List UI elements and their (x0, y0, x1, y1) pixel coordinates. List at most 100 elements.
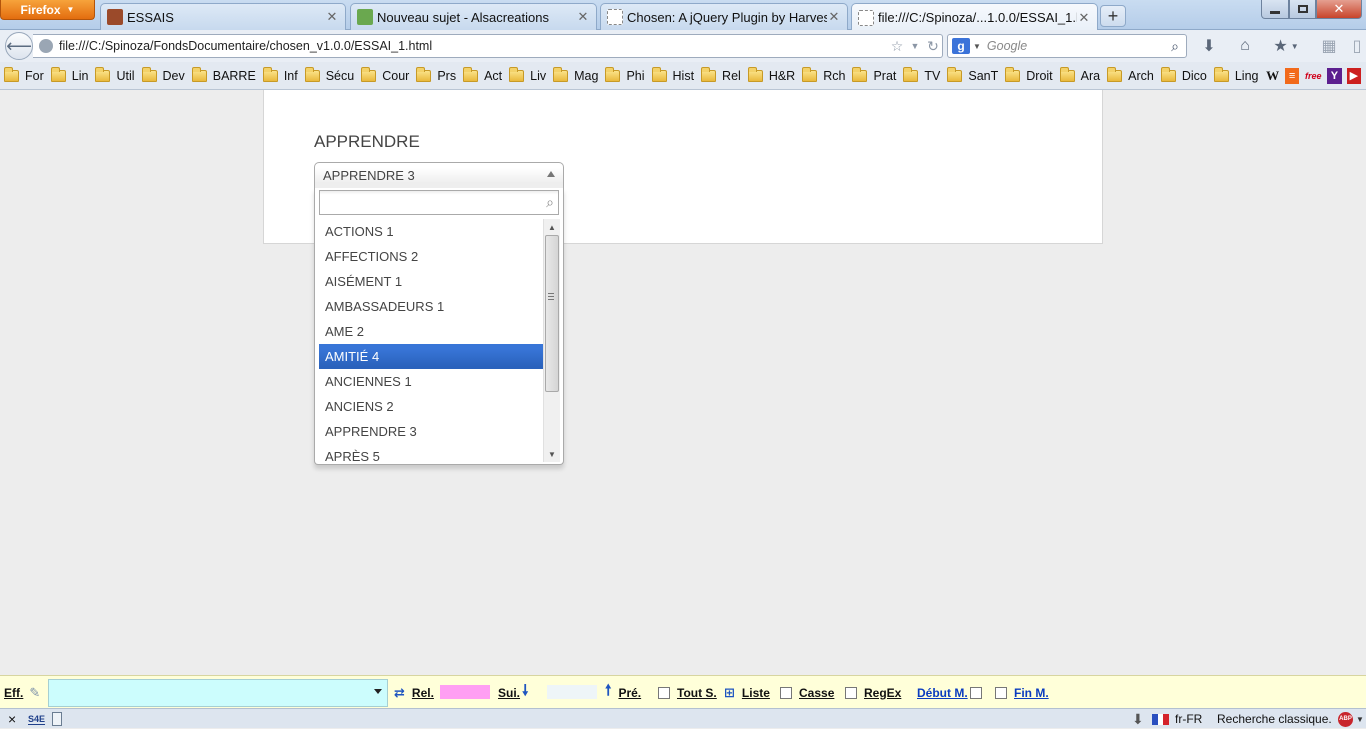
new-tab-button[interactable]: + (1100, 5, 1126, 27)
google-engine-icon[interactable]: g (952, 38, 970, 54)
tab-chosen[interactable]: Chosen: A jQuery Plugin by Harvest t... … (600, 3, 848, 30)
close-tab-icon[interactable]: ✕ (325, 9, 339, 25)
firefox-menu-button[interactable]: Firefox ▼ (0, 0, 95, 20)
bookmark-folder-sant[interactable]: SanT (947, 66, 999, 83)
checkbox[interactable] (658, 686, 670, 699)
chevron-down-icon[interactable]: ▼ (973, 42, 981, 51)
bookmark-folder-hist[interactable]: Hist (651, 66, 694, 83)
bookmark-folder-mag[interactable]: Mag (553, 66, 598, 83)
bookmark-folder-prat[interactable]: Prat (852, 66, 896, 83)
orange-icon[interactable]: ≡ (1284, 67, 1300, 84)
scroll-down-icon[interactable]: ▼ (544, 446, 560, 462)
result-option[interactable]: AISÉMENT 1 (319, 269, 543, 294)
grid-icon[interactable]: ▦ (1318, 36, 1340, 56)
back-button[interactable]: ⟵ (5, 32, 33, 60)
home-icon[interactable]: ⌂ (1234, 36, 1256, 56)
scroll-up-icon[interactable]: ▲ (544, 219, 560, 235)
addon-status-icon[interactable] (52, 709, 62, 729)
chevron-down-icon[interactable] (374, 689, 382, 694)
result-option[interactable]: ANCIENS 2 (319, 394, 543, 419)
word-start-checkbox[interactable]: Début M. (917, 676, 989, 709)
result-option[interactable]: ANCIENNES 1 (319, 369, 543, 394)
checkbox[interactable] (845, 686, 857, 699)
clear-button[interactable]: Eff. ✎ (4, 676, 40, 709)
search-input[interactable]: Google (987, 39, 1164, 53)
result-option[interactable]: ACTIONS 1 (319, 219, 543, 244)
tab-alsacreations[interactable]: Nouveau sujet - Alsacreations ✕ (350, 3, 597, 30)
youtube-icon[interactable]: ▶ (1346, 67, 1362, 84)
find-input[interactable] (48, 679, 388, 707)
bookmark-folder-dev[interactable]: Dev (141, 66, 185, 83)
result-option[interactable]: APRÈS 5 (319, 444, 543, 462)
star-bookmark-icon[interactable]: ☆ (888, 38, 906, 55)
regex-checkbox[interactable]: RegEx (845, 676, 901, 709)
s4e-addon-button[interactable]: S4E (28, 709, 46, 729)
bookmark-folder-lin[interactable]: Lin (50, 66, 88, 83)
download-icon[interactable]: ⬇ (1132, 709, 1144, 729)
tab-essais[interactable]: ESSAIS ✕ (100, 3, 346, 30)
checkbox[interactable] (780, 686, 792, 699)
bookmark-folder-ling[interactable]: Ling (1213, 66, 1258, 83)
wikipedia-icon[interactable]: W (1265, 68, 1279, 84)
bookmark-folder-rch[interactable]: Rch (802, 66, 845, 83)
bookmark-folder-phi[interactable]: Phi (605, 66, 645, 83)
bookmark-folder-droit[interactable]: Droit (1005, 66, 1053, 83)
history-dropdown-icon[interactable]: ▼ (906, 41, 924, 51)
bookmark-folder-s-cu[interactable]: Sécu (304, 66, 354, 83)
checkbox[interactable] (969, 686, 982, 699)
close-findbar-icon[interactable]: × (8, 709, 16, 729)
bookmarks-menu-icon[interactable]: ★ ▼ (1270, 36, 1302, 56)
close-tab-icon[interactable]: ✕ (576, 9, 590, 25)
previous-button[interactable]: 🠕 Pré. (605, 676, 641, 709)
close-tab-icon[interactable]: ✕ (1077, 10, 1091, 26)
result-option[interactable]: AMBASSADEURS 1 (319, 294, 543, 319)
dropdown-search-input[interactable]: ⌕ (319, 190, 559, 215)
list-button[interactable]: ⊞ Liste (724, 676, 770, 709)
download-icon[interactable]: ⬇ (1198, 36, 1220, 56)
highlight-all-checkbox[interactable]: Tout S. (658, 676, 717, 709)
search-box[interactable]: g ▼ Google ⌕ (947, 34, 1187, 58)
bookmark-folder-inf[interactable]: Inf (262, 66, 298, 83)
bookmark-folder-ara[interactable]: Ara (1059, 66, 1100, 83)
url-bar[interactable]: file:///C:/Spinoza/FondsDocumentaire/cho… (33, 34, 943, 58)
bookmark-folder-arch[interactable]: Arch (1107, 66, 1154, 83)
free-icon[interactable]: free (1304, 68, 1322, 84)
bookmark-folder-for[interactable]: For (4, 66, 44, 83)
scrollbar-thumb[interactable] (545, 235, 559, 392)
bookmark-label: SanT (968, 68, 999, 83)
bookmark-folder-rel[interactable]: Rel (701, 66, 741, 83)
dropdown-scrollbar[interactable]: ▲ ▼ (543, 219, 560, 462)
bookmark-folder-prs[interactable]: Prs (416, 66, 456, 83)
close-window-button[interactable]: ✕ (1316, 0, 1362, 19)
chosen-select[interactable]: APPRENDRE 3 (314, 162, 564, 188)
word-end-checkbox[interactable]: Fin M. (995, 676, 1049, 709)
next-button[interactable]: Sui. 🠗 (498, 676, 528, 709)
bookmark-folder-cour[interactable]: Cour (361, 66, 409, 83)
adblock-button[interactable]: ABP ▼ (1338, 709, 1364, 729)
match-case-checkbox[interactable]: Casse (780, 676, 834, 709)
search-icon[interactable]: ⌕ (1164, 38, 1186, 55)
reload-icon[interactable]: ↻ (924, 38, 942, 55)
highlight-color-swatch[interactable] (440, 685, 490, 699)
bookmark-folder-h-r[interactable]: H&R (747, 66, 795, 83)
result-option[interactable]: AMITIÉ 4 (319, 344, 543, 369)
tab-essai-1-active[interactable]: file:///C:/Spinoza/...1.0.0/ESSAI_1.html… (851, 3, 1098, 31)
result-option[interactable]: AME 2 (319, 319, 543, 344)
overflow-icon[interactable]: ▯ (1346, 36, 1366, 56)
reload-find-button[interactable]: ⇄ Rel. (394, 676, 434, 709)
close-tab-icon[interactable]: ✕ (827, 9, 841, 25)
result-option[interactable]: AFFECTIONS 2 (319, 244, 543, 269)
maximize-button[interactable] (1289, 0, 1316, 19)
bookmark-folder-util[interactable]: Util (95, 66, 135, 83)
bookmark-folder-tv[interactable]: TV (903, 66, 940, 83)
bookmark-folder-barre[interactable]: BARRE (191, 66, 256, 83)
language-indicator[interactable]: fr-FR (1152, 709, 1202, 729)
yahoo-icon[interactable]: Y (1327, 67, 1342, 84)
minimize-button[interactable] (1261, 0, 1289, 19)
checkbox[interactable] (995, 686, 1007, 699)
bookmark-folder-liv[interactable]: Liv (509, 66, 546, 83)
result-option[interactable]: APPRENDRE 3 (319, 419, 543, 444)
bookmark-folder-act[interactable]: Act (463, 66, 502, 83)
bookmark-folder-dico[interactable]: Dico (1160, 66, 1207, 83)
secondary-color-swatch[interactable] (547, 685, 597, 699)
